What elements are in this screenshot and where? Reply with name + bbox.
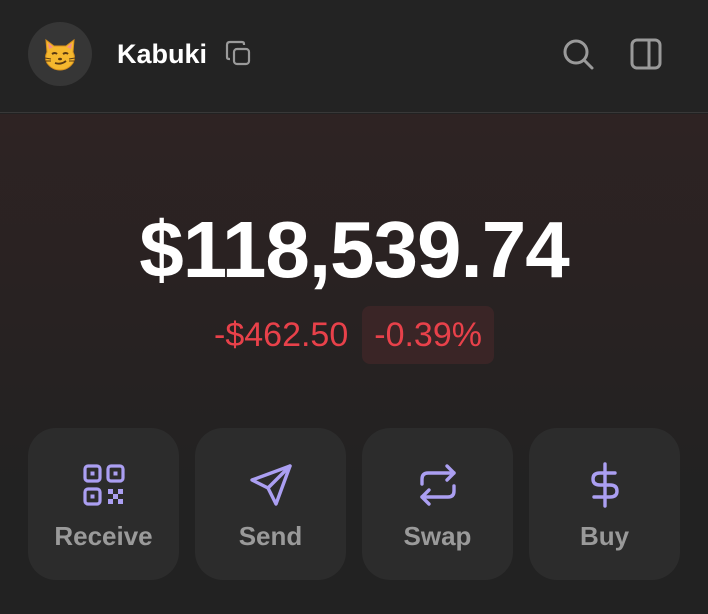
quick-actions: Receive Send Swap Buy (28, 428, 680, 580)
swap-label: Swap (403, 521, 472, 551)
header: Kabuki (0, 0, 708, 113)
avatar[interactable] (28, 22, 92, 86)
swap-button[interactable]: Swap (362, 428, 513, 580)
smirking-cat-icon (44, 38, 76, 71)
send-button[interactable]: Send (195, 428, 346, 580)
receive-label: Receive (54, 521, 153, 551)
search-icon[interactable] (560, 36, 596, 72)
swap-arrows-icon (415, 462, 461, 508)
send-label: Send (238, 521, 303, 551)
account-name[interactable]: Kabuki (117, 36, 207, 72)
buy-label: Buy (579, 521, 630, 551)
total-balance: $118,539.74 (139, 205, 569, 294)
qr-code-icon (81, 462, 127, 508)
sidebar-panel-icon[interactable] (628, 36, 664, 72)
receive-button[interactable]: Receive (28, 428, 179, 580)
balance-change: -$462.50 -0.39% (0, 306, 708, 364)
copy-icon[interactable] (224, 39, 254, 69)
dollar-icon (582, 462, 628, 508)
change-percent-badge: -0.39% (362, 306, 494, 364)
change-amount: -$462.50 (214, 316, 349, 354)
paper-plane-icon (248, 462, 294, 508)
buy-button[interactable]: Buy (529, 428, 680, 580)
